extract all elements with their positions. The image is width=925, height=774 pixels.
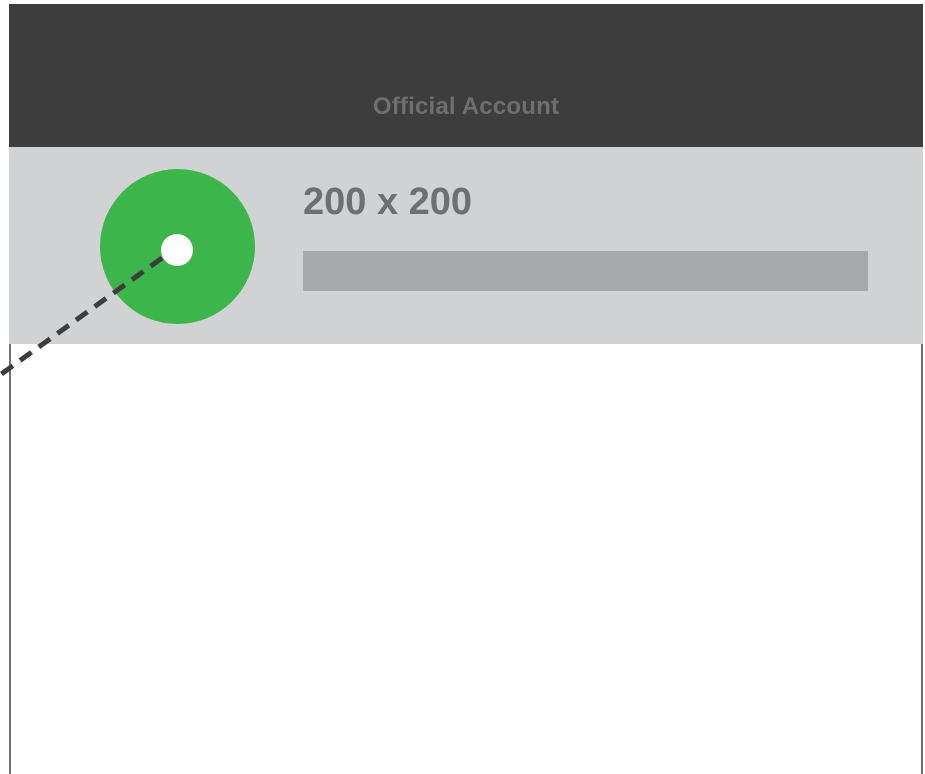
avatar-size-label: 200 x 200: [303, 181, 473, 223]
wireframe-canvas: Official Account 200 x 200: [0, 0, 925, 774]
avatar-center-dot-icon: [161, 234, 193, 266]
header-bar: Official Account: [9, 4, 923, 147]
account-name-placeholder-bar: [303, 251, 868, 291]
page-title: Official Account: [372, 93, 560, 120]
